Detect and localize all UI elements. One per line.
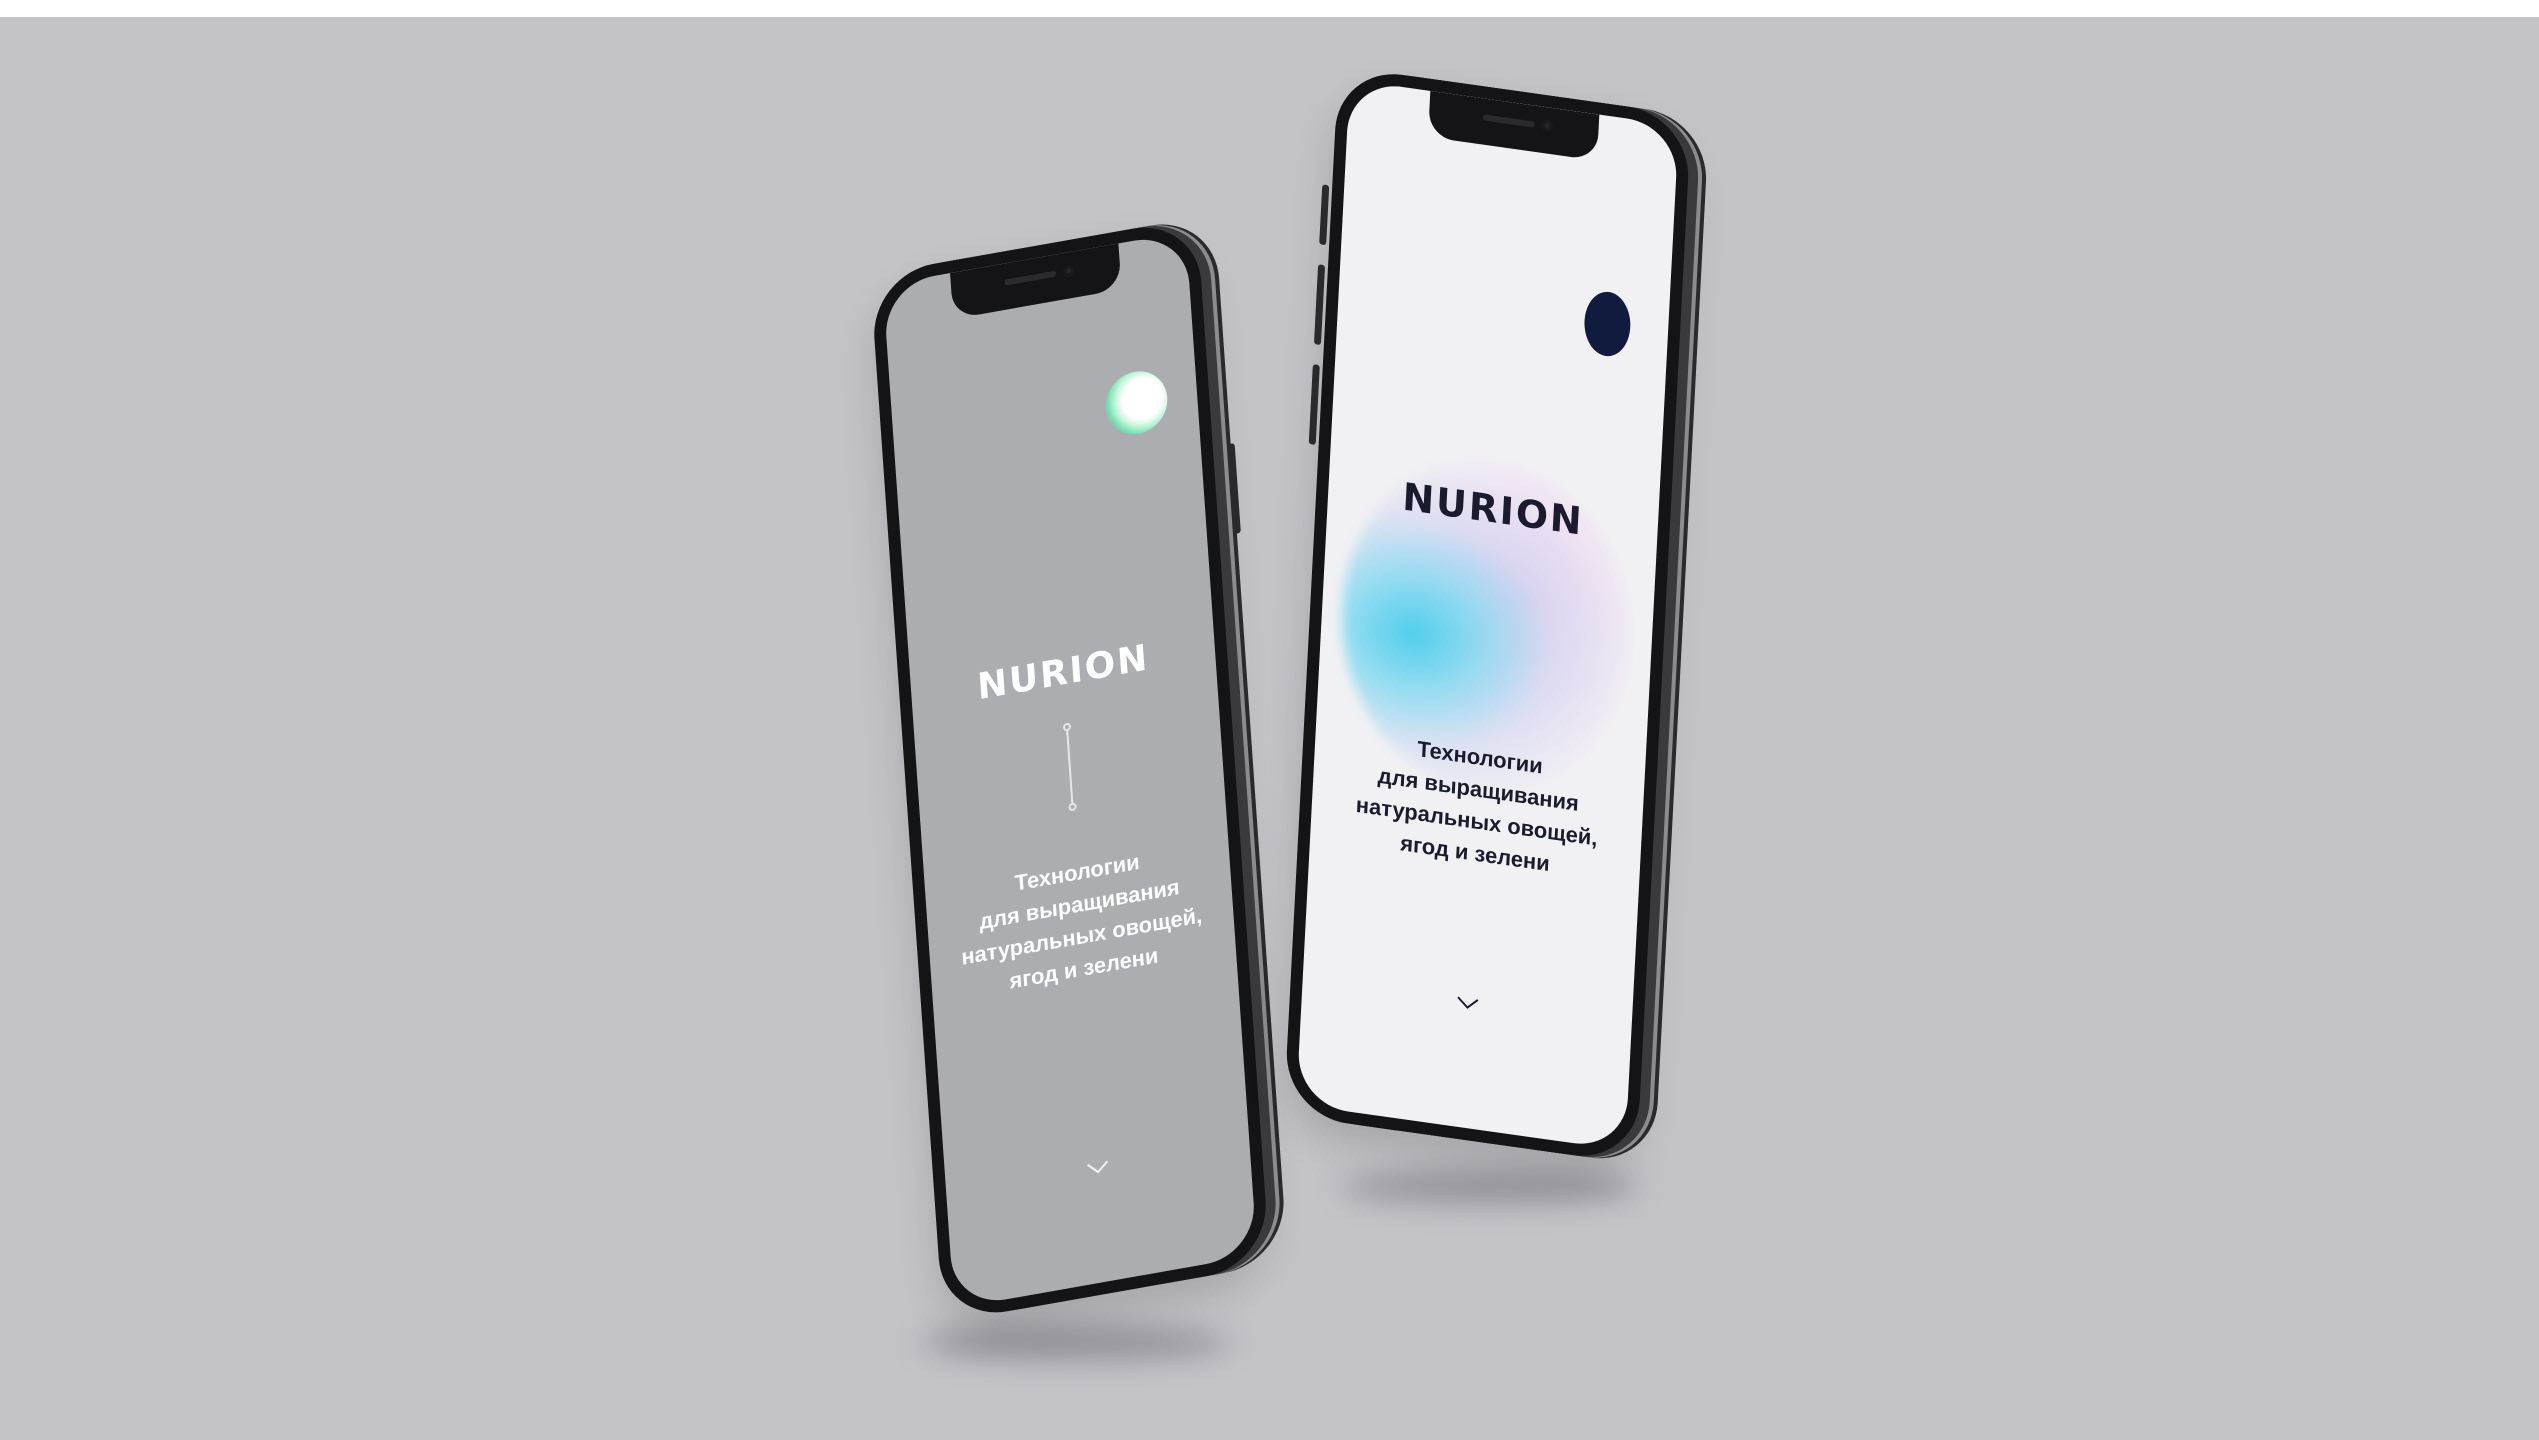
right-phone-screen: NURION Технологии для выращивания натура…	[1296, 79, 1679, 1151]
divider-dot-bottom	[1068, 802, 1077, 812]
tagline: Технологии для выращивания натуральных о…	[925, 830, 1237, 1011]
top-strip	[0, 0, 2539, 17]
left-phone-screen: NURION Технологии для выращивания натура…	[882, 231, 1258, 1309]
right-phone-shadow	[1340, 1170, 1640, 1204]
divider-line	[1066, 726, 1074, 808]
speaker	[1004, 270, 1057, 286]
menu-toggle-button[interactable]	[1103, 366, 1170, 440]
divider-dot-top	[1062, 722, 1072, 732]
right-phone-mockup: NURION Технологии для выращивания натура…	[1283, 65, 1692, 1165]
camera	[1062, 264, 1075, 278]
menu-toggle-button[interactable]	[1582, 288, 1632, 360]
notch	[1427, 90, 1599, 161]
speaker	[1482, 114, 1535, 128]
mockup-stage	[0, 17, 2539, 1440]
left-phone-shadow	[920, 1325, 1230, 1361]
chevron-down-icon[interactable]	[1085, 1154, 1110, 1182]
brand-logo: NURION	[976, 637, 1151, 709]
tagline: Технологии для выращивания натуральных о…	[1310, 719, 1646, 893]
chevron-down-icon[interactable]	[1455, 990, 1480, 1017]
camera	[1540, 119, 1553, 133]
